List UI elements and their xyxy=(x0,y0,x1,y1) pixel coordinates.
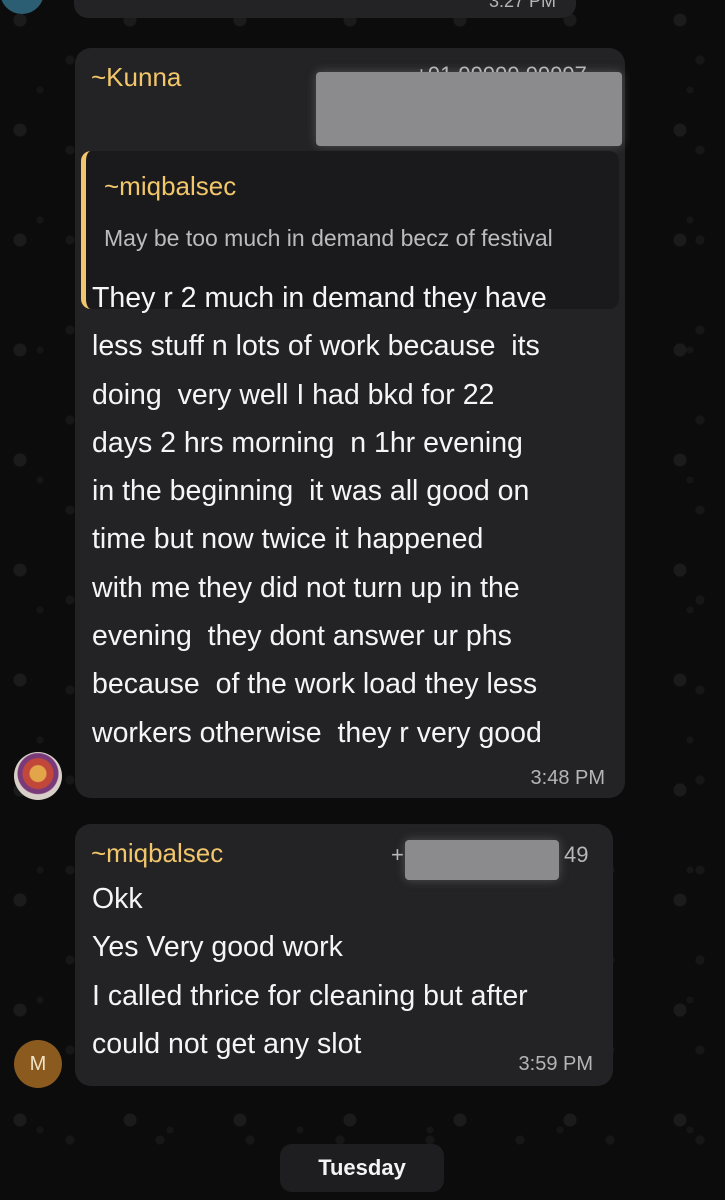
avatar[interactable]: M xyxy=(14,1040,62,1088)
message-text: Okk Yes Very good work I called thrice f… xyxy=(92,883,528,1060)
message-bubble[interactable]: 3:27 PM xyxy=(74,0,576,18)
avatar[interactable] xyxy=(14,752,62,800)
message-timestamp: 3:27 PM xyxy=(488,0,556,11)
redaction-box xyxy=(405,840,559,880)
message-bubble[interactable]: ~miqbalsec + 49 Okk Yes Very good work I… xyxy=(75,824,613,1086)
message-timestamp: 3:48 PM xyxy=(530,767,605,789)
quoted-message-text: May be too much in demand becz of festiv… xyxy=(104,225,553,251)
quoted-sender-name: ~miqbalsec xyxy=(104,171,237,201)
sender-phone-prefix: + xyxy=(391,842,404,867)
message-timestamp: 3:59 PM xyxy=(518,1053,593,1075)
message-bubble[interactable]: ~Kunna +91 99999 99997 ~miqbalsec May be… xyxy=(75,48,625,798)
sender-phone-suffix: 49 xyxy=(564,842,589,867)
sender-name[interactable]: ~miqbalsec xyxy=(91,838,223,869)
date-separator: Tuesday xyxy=(280,1144,444,1192)
message-text: They r 2 much in demand they have less s… xyxy=(92,282,547,749)
redaction-box xyxy=(316,72,622,146)
sender-name[interactable]: ~Kunna xyxy=(91,62,181,93)
